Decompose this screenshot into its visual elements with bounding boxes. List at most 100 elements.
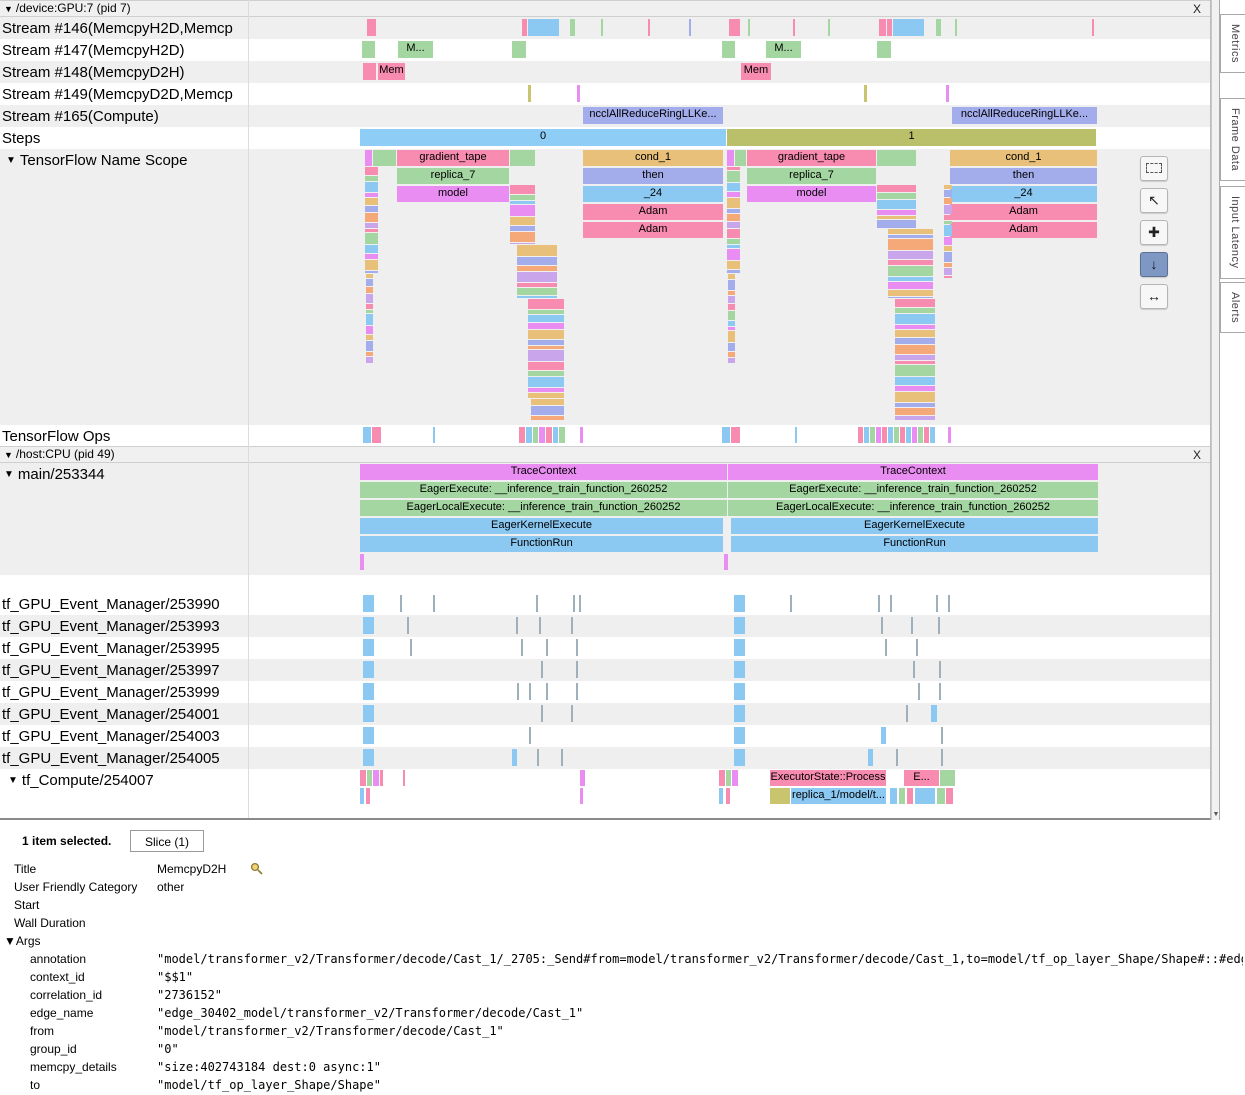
- trace-event[interactable]: [512, 41, 526, 58]
- trace-event[interactable]: [366, 335, 373, 340]
- trace-event[interactable]: [876, 427, 881, 443]
- trace-event[interactable]: [888, 427, 893, 443]
- trace-event[interactable]: [888, 290, 933, 296]
- trace-event[interactable]: [528, 323, 564, 329]
- trace-event[interactable]: [881, 617, 883, 634]
- trace-event[interactable]: [888, 266, 933, 276]
- trace-event[interactable]: [372, 427, 381, 443]
- trace-event[interactable]: [363, 705, 374, 722]
- trace-event[interactable]: [528, 310, 564, 314]
- trace-event[interactable]: [365, 167, 378, 175]
- trace-event[interactable]: [510, 205, 535, 216]
- trace-event[interactable]: [529, 683, 531, 700]
- trace-event[interactable]: [940, 770, 955, 786]
- trace-event[interactable]: 1: [727, 129, 1096, 146]
- trace-event[interactable]: [895, 314, 935, 324]
- trace-event[interactable]: [363, 749, 374, 766]
- trace-event[interactable]: [728, 304, 735, 310]
- trace-event[interactable]: [365, 150, 372, 166]
- trace-event[interactable]: [728, 327, 735, 330]
- trace-event[interactable]: [944, 252, 952, 262]
- trace-event[interactable]: [941, 727, 943, 744]
- trace-event[interactable]: [727, 245, 740, 248]
- trace-event[interactable]: ncclAllReduceRingLLKe...: [952, 107, 1097, 124]
- trace-event[interactable]: [648, 19, 650, 36]
- trace-event[interactable]: [878, 595, 880, 612]
- trace-event[interactable]: [433, 595, 435, 612]
- trace-event[interactable]: [689, 19, 691, 36]
- trace-event[interactable]: [916, 639, 918, 656]
- trace-event[interactable]: [941, 749, 943, 766]
- trace-event[interactable]: [888, 235, 933, 238]
- trace-event[interactable]: [885, 639, 887, 656]
- trace-event[interactable]: [735, 150, 746, 166]
- trace-event[interactable]: [790, 595, 792, 612]
- trace-event[interactable]: [571, 617, 573, 634]
- trace-event[interactable]: [948, 427, 951, 443]
- trace-event[interactable]: [727, 261, 740, 269]
- trace-event[interactable]: Adam: [950, 222, 1097, 238]
- trace-event[interactable]: [722, 41, 735, 58]
- trace-event[interactable]: [906, 705, 908, 722]
- trace-event[interactable]: [727, 222, 740, 228]
- trace-event[interactable]: [895, 308, 935, 313]
- trace-event[interactable]: [373, 150, 396, 166]
- trace-event[interactable]: then: [583, 168, 723, 184]
- marquee-select-tool[interactable]: [1140, 156, 1168, 181]
- trace-event[interactable]: EagerLocalExecute: __inference_train_fun…: [360, 500, 727, 516]
- trace-event[interactable]: Mem: [378, 63, 405, 80]
- trace-event[interactable]: [727, 209, 740, 213]
- trace-event[interactable]: [893, 19, 924, 36]
- trace-event[interactable]: [870, 427, 875, 443]
- trace-event[interactable]: [728, 291, 735, 295]
- trace-event[interactable]: [895, 416, 935, 420]
- trace-event[interactable]: [748, 19, 750, 36]
- trace-event[interactable]: [577, 85, 580, 102]
- trace-event[interactable]: FunctionRun: [360, 536, 723, 552]
- trace-event[interactable]: [877, 41, 891, 58]
- trace-event[interactable]: EagerExecute: __inference_train_function…: [728, 482, 1098, 498]
- trace-event[interactable]: Mem: [741, 63, 771, 80]
- trace-event[interactable]: [881, 727, 886, 744]
- trace-event[interactable]: [727, 239, 740, 244]
- trace-event[interactable]: [510, 226, 535, 231]
- trace-event[interactable]: [403, 770, 405, 786]
- trace-event[interactable]: [944, 276, 952, 278]
- trace-event[interactable]: [727, 198, 740, 208]
- trace-event[interactable]: [727, 150, 734, 166]
- trace-event[interactable]: [888, 260, 933, 265]
- trace-event[interactable]: Adam: [950, 204, 1097, 220]
- trace-event[interactable]: [894, 427, 899, 443]
- trace-event[interactable]: [795, 427, 797, 443]
- trace-event[interactable]: [888, 282, 933, 289]
- trace-event[interactable]: [793, 19, 795, 36]
- trace-event[interactable]: [944, 246, 952, 251]
- trace-event[interactable]: [734, 683, 745, 700]
- trace-event[interactable]: [728, 311, 735, 320]
- trace-event[interactable]: [944, 268, 952, 275]
- trace-event[interactable]: [366, 357, 373, 363]
- trace-event[interactable]: [510, 217, 535, 225]
- trace-event[interactable]: [936, 595, 938, 612]
- trace-event[interactable]: [888, 297, 933, 298]
- trace-event[interactable]: [728, 358, 735, 363]
- trace-event[interactable]: [895, 377, 935, 385]
- trace-event[interactable]: [365, 229, 378, 232]
- trace-event[interactable]: [580, 770, 585, 786]
- trace-event[interactable]: 0: [360, 129, 726, 146]
- cpu-section-header[interactable]: ▼/host:CPU (pid 49) X: [0, 446, 1210, 463]
- trace-event[interactable]: [888, 229, 933, 234]
- trace-event[interactable]: model: [397, 186, 509, 202]
- trace-event[interactable]: [877, 216, 916, 219]
- trace-event[interactable]: E...: [904, 770, 939, 786]
- trace-event[interactable]: [571, 705, 573, 722]
- trace-event[interactable]: [363, 639, 374, 656]
- trace-event[interactable]: [924, 427, 929, 443]
- trace-event[interactable]: [939, 683, 941, 700]
- trace-event[interactable]: [537, 749, 539, 766]
- trace-event[interactable]: [533, 427, 538, 443]
- trace-event[interactable]: [877, 220, 916, 228]
- trace-event[interactable]: [576, 683, 578, 700]
- trace-event[interactable]: [911, 617, 913, 634]
- trace-event[interactable]: [726, 788, 730, 804]
